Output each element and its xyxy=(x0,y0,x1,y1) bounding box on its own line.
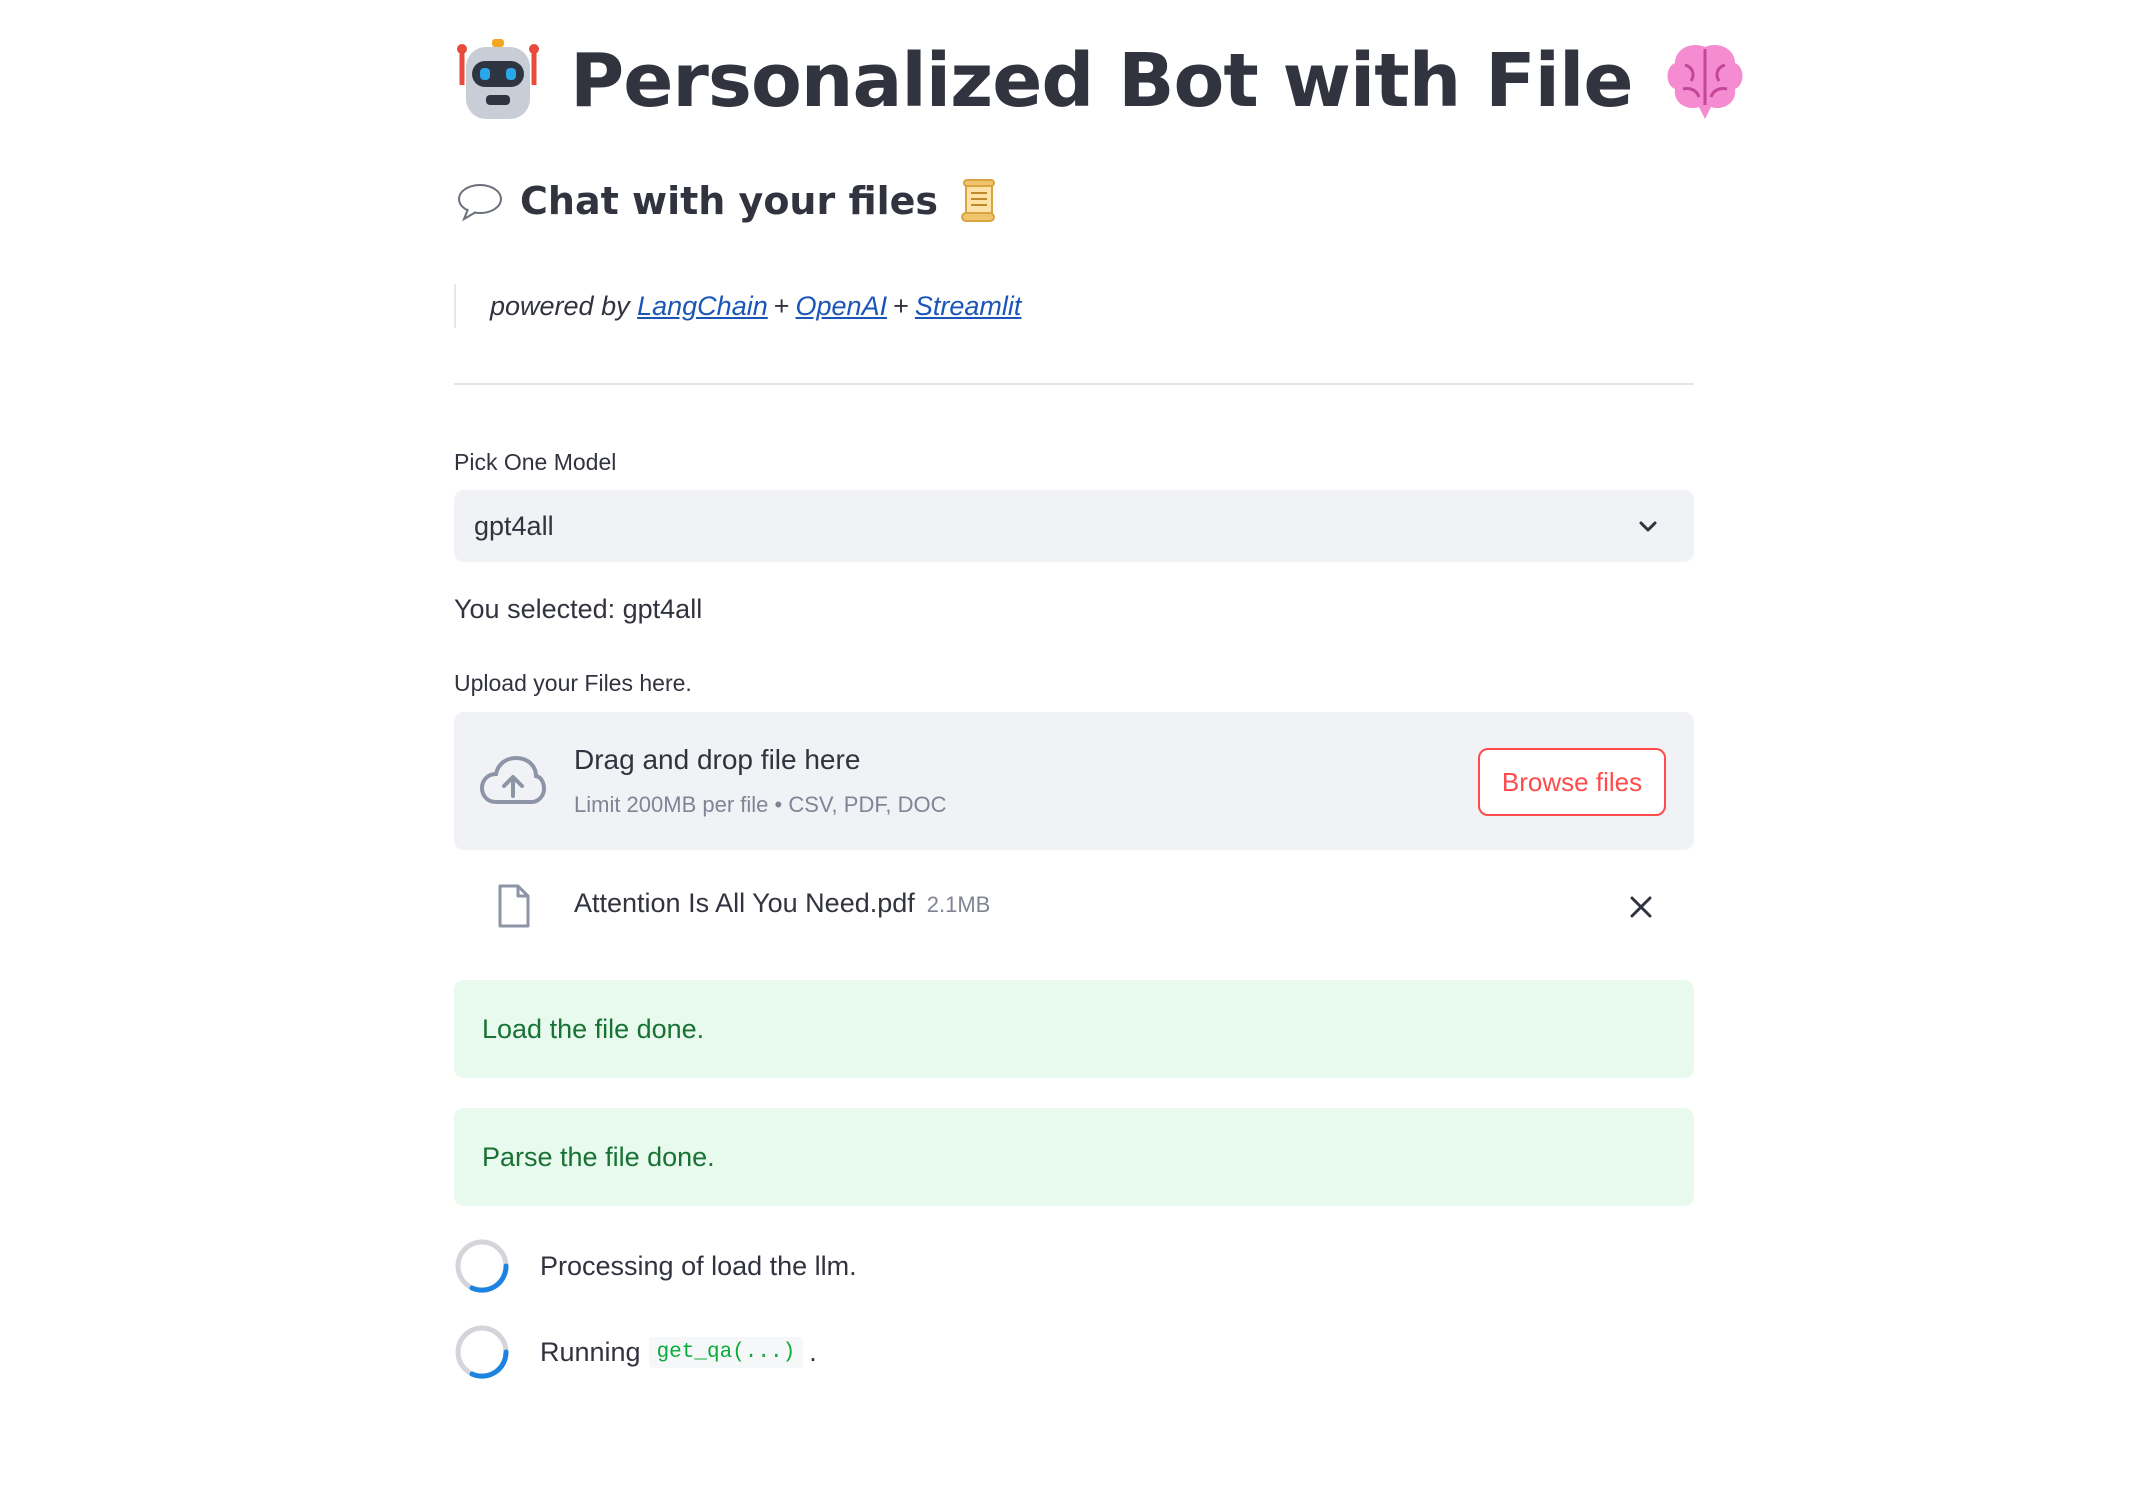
scroll-icon xyxy=(961,179,996,222)
powered-by-quote: powered by LangChain + OpenAI + Streamli… xyxy=(454,284,1021,328)
title-row: Personalized Bot with File xyxy=(454,36,1749,126)
plus-separator: + xyxy=(893,290,909,321)
speech-bubble-icon xyxy=(458,184,502,222)
model-select-label: Pick One Model xyxy=(454,449,617,475)
subtitle-row: Chat with your files xyxy=(456,176,1002,226)
selected-model-text: You selected: gpt4all xyxy=(454,594,703,624)
file-icon xyxy=(498,884,530,928)
close-icon[interactable] xyxy=(1628,894,1654,920)
status-running: Running get_qa(...) . xyxy=(454,1322,817,1382)
link-streamlit[interactable]: Streamlit xyxy=(915,291,1022,322)
robot-icon xyxy=(457,39,539,119)
cloud-upload-icon xyxy=(480,756,546,804)
model-select[interactable]: gpt4all xyxy=(454,490,1694,562)
running-suffix: . xyxy=(809,1336,817,1367)
page-subtitle: Chat with your files xyxy=(520,179,939,223)
file-name: Attention Is All You Need.pdf 2.1MB xyxy=(574,888,990,919)
dropzone-title: Drag and drop file here xyxy=(574,744,861,775)
dropzone-limits: Limit 200MB per file • CSV, PDF, DOC xyxy=(574,792,947,817)
file-dropzone[interactable]: Drag and drop file here Limit 200MB per … xyxy=(454,712,1694,850)
model-select-value: gpt4all xyxy=(474,510,554,541)
plus-separator: + xyxy=(773,290,790,321)
processing-text: Processing of load the llm. xyxy=(540,1250,857,1281)
spinner-icon xyxy=(455,1239,509,1293)
file-size: 2.1MB xyxy=(926,892,991,917)
brain-icon xyxy=(1667,44,1743,119)
uploaded-file-row: Attention Is All You Need.pdf 2.1MB xyxy=(454,870,1694,940)
link-openai[interactable]: OpenAI xyxy=(796,291,888,322)
browse-files-button[interactable]: Browse files xyxy=(1478,748,1666,816)
success-alert-parse: Parse the file done. xyxy=(454,1108,1694,1206)
file-name-text: Attention Is All You Need.pdf xyxy=(574,888,915,918)
divider xyxy=(454,383,1694,385)
chevron-down-icon xyxy=(1639,521,1657,532)
running-code: get_qa(...) xyxy=(648,1336,804,1368)
spinner-icon xyxy=(455,1325,509,1379)
success-alert-load: Load the file done. xyxy=(454,980,1694,1078)
link-langchain[interactable]: LangChain xyxy=(637,291,768,322)
powered-by-prefix: powered by xyxy=(490,290,630,321)
uploader-label: Upload your Files here. xyxy=(454,670,692,696)
status-processing: Processing of load the llm. xyxy=(454,1236,857,1296)
running-prefix: Running xyxy=(540,1336,641,1367)
page-title: Personalized Bot with File xyxy=(570,38,1634,124)
